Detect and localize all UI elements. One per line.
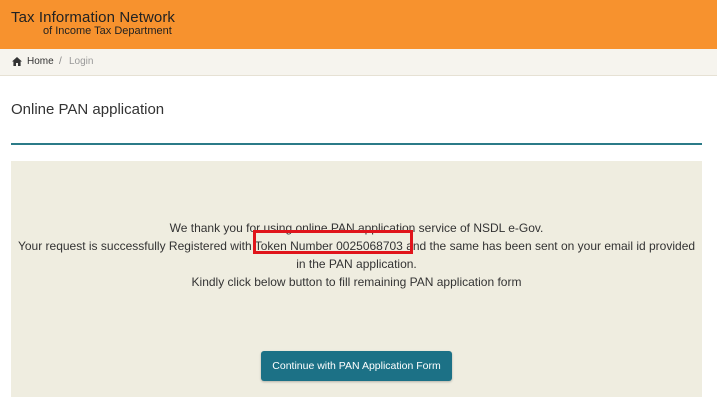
title-divider	[11, 143, 702, 145]
token-highlight-box	[253, 230, 413, 254]
home-icon	[12, 57, 22, 66]
registration-prefix: Your request is successfully Registered …	[17, 239, 255, 253]
instruction-message: Kindly click below button to fill remain…	[191, 275, 522, 289]
registration-suffix: and the same has been sent on your email…	[402, 239, 696, 253]
brand-subtitle: of Income Tax Department	[43, 25, 172, 37]
continue-application-button[interactable]: Continue with PAN Application Form	[261, 351, 452, 381]
breadcrumb-home-link[interactable]: Home	[27, 56, 54, 67]
page-title: Online PAN application	[11, 101, 165, 118]
site-header: Tax Information Network of Income Tax De…	[0, 0, 717, 49]
registration-message-cont: in the PAN application.	[296, 257, 417, 271]
brand-title: Tax Information Network	[11, 9, 176, 26]
breadcrumb-separator: /	[59, 56, 62, 67]
confirmation-panel: We thank you for using online PAN applic…	[11, 161, 702, 397]
breadcrumb-current: Login	[69, 56, 94, 67]
breadcrumb: Home / Login	[0, 49, 717, 76]
